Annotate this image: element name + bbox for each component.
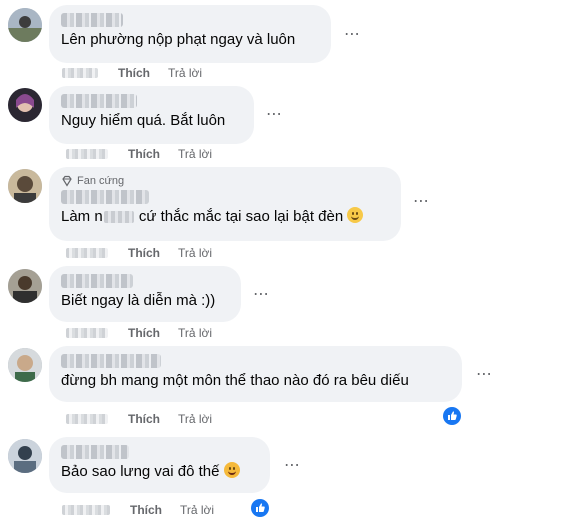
reply-button[interactable]: Trả lời [180, 503, 214, 517]
comment-time[interactable] [66, 248, 108, 258]
comment-time[interactable] [66, 328, 108, 338]
laughing-emoji-icon [223, 462, 240, 478]
reply-button[interactable]: Trả lời [178, 412, 212, 426]
comment-text-content: Bảo sao lưng vai đô thế [61, 463, 220, 480]
comment-text-start: Làm n [61, 208, 103, 225]
commenter-name[interactable] [61, 274, 133, 288]
commenter-name[interactable] [61, 13, 123, 27]
like-button[interactable]: Thích [128, 246, 160, 260]
comment-bubble: Fan cứng Làm n cứ thắc mắc tại sao lại b… [49, 167, 401, 241]
comment-text: Làm n cứ thắc mắc tại sao lại bật đèn [61, 207, 389, 227]
user-avatar-icon[interactable] [8, 88, 42, 122]
comment-time[interactable] [66, 149, 108, 159]
comment-text: đừng bh mang một môn thể thao nào đó ra … [61, 372, 409, 389]
smile-emoji-icon [347, 207, 364, 223]
more-options-icon[interactable]: ⋯ [253, 287, 270, 303]
comment-text: Biết ngay là diễn mà :)) [61, 292, 216, 309]
like-button[interactable]: Thích [130, 503, 162, 517]
user-avatar-icon[interactable] [8, 169, 42, 203]
like-button[interactable]: Thích [128, 326, 160, 340]
comment-text: Nguy hiểm quá. Bắt luôn [61, 112, 226, 129]
reply-button[interactable]: Trả lời [178, 147, 212, 161]
comment-bubble: đừng bh mang một môn thể thao nào đó ra … [49, 346, 462, 402]
blurred-text [103, 211, 134, 224]
more-options-icon[interactable]: ⋯ [476, 367, 493, 383]
more-options-icon[interactable]: ⋯ [413, 194, 430, 210]
like-button[interactable]: Thích [118, 66, 150, 80]
like-reaction-icon[interactable] [443, 407, 461, 425]
comment-text: Lên phường nộp phạt ngay và luôn [61, 31, 296, 48]
comment-text-end: cứ thắc mắc tại sao lại bật đèn [134, 208, 344, 225]
diamond-icon [62, 175, 72, 187]
user-avatar-icon[interactable] [8, 8, 42, 42]
fan-badge: Fan cứng [61, 175, 389, 187]
reply-button[interactable]: Trả lời [178, 246, 212, 260]
like-button[interactable]: Thích [128, 412, 160, 426]
badge-label: Fan cứng [77, 175, 125, 187]
more-options-icon[interactable]: ⋯ [344, 27, 361, 43]
more-options-icon[interactable]: ⋯ [284, 458, 301, 474]
user-avatar-icon[interactable] [8, 269, 42, 303]
comment-bubble: Nguy hiểm quá. Bắt luôn [49, 86, 254, 144]
user-avatar-icon[interactable] [8, 439, 42, 473]
user-avatar-icon[interactable] [8, 348, 42, 382]
like-reaction-icon[interactable] [251, 499, 269, 517]
commenter-name[interactable] [61, 354, 161, 368]
comment-time[interactable] [62, 68, 98, 78]
comment-time[interactable] [62, 505, 110, 515]
comment-time[interactable] [66, 414, 108, 424]
commenter-name[interactable] [61, 445, 129, 459]
comment-bubble: Bảo sao lưng vai đô thế [49, 437, 270, 493]
comment-bubble: Lên phường nộp phạt ngay và luôn [49, 5, 331, 63]
like-button[interactable]: Thích [128, 147, 160, 161]
reply-button[interactable]: Trả lời [168, 66, 202, 80]
commenter-name[interactable] [61, 190, 149, 204]
more-options-icon[interactable]: ⋯ [266, 107, 283, 123]
comment-bubble: Biết ngay là diễn mà :)) [49, 266, 241, 322]
comment-text: Bảo sao lưng vai đô thế [61, 462, 258, 482]
reply-button[interactable]: Trả lời [178, 326, 212, 340]
commenter-name[interactable] [61, 94, 137, 108]
